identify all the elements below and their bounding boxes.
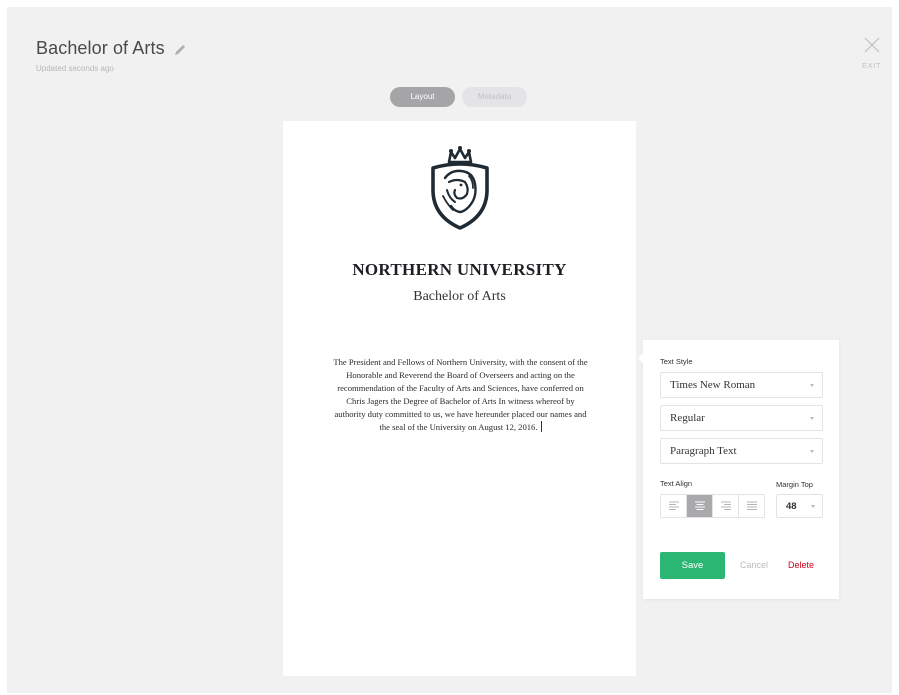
paragraph-line: the seal of the University on August 12,… [379, 422, 538, 432]
paragraph-line: Chris Jagers the Degree of Bachelor of A… [346, 396, 575, 406]
align-justify-button[interactable] [739, 495, 764, 517]
paragraph-line: The President and Fellows of Northern Un… [333, 357, 588, 367]
align-center-button[interactable] [687, 495, 713, 517]
university-name[interactable]: NORTHERN UNIVERSITY [283, 260, 636, 280]
align-left-icon [669, 501, 679, 510]
exit-label[interactable]: EXIT [862, 61, 881, 70]
certificate-page: NORTHERN UNIVERSITY Bachelor of Arts The… [283, 121, 636, 676]
lion-crest-icon [431, 146, 489, 230]
font-weight-select[interactable]: Regular [660, 405, 823, 431]
align-right-icon [721, 501, 731, 510]
document-title: Bachelor of Arts [36, 38, 165, 58]
pencil-icon[interactable] [173, 43, 187, 57]
chevron-down-icon [810, 417, 814, 420]
paragraph-line: authority duty committed to us, we have … [334, 409, 587, 419]
updated-status: Updated seconds ago [36, 64, 114, 73]
save-button[interactable]: Save [660, 552, 725, 579]
paragraph-line: recommendation of the Faculty of Arts an… [337, 383, 584, 393]
tab-metadata[interactable]: Metadata [462, 87, 527, 107]
align-center-icon [695, 501, 705, 510]
align-justify-icon [747, 501, 757, 510]
text-type-value: Paragraph Text [670, 445, 737, 457]
chevron-down-icon [810, 450, 814, 453]
cancel-button[interactable]: Cancel [740, 560, 768, 570]
chevron-down-icon [810, 384, 814, 387]
text-style-label: Text Style [660, 357, 693, 366]
text-style-panel: Text Style Times New Roman Regular Parag… [638, 340, 839, 599]
margin-top-label: Margin Top [776, 480, 813, 489]
font-family-value: Times New Roman [670, 379, 756, 391]
paragraph-line-last: the seal of the University on August 12,… [305, 421, 616, 434]
tab-layout[interactable]: Layout [390, 87, 455, 107]
certificate-paragraph[interactable]: The President and Fellows of Northern Un… [305, 356, 616, 434]
font-family-select[interactable]: Times New Roman [660, 372, 823, 398]
text-align-group [660, 494, 765, 518]
text-cursor [540, 421, 542, 432]
margin-top-value: 48 [786, 501, 797, 512]
font-weight-value: Regular [670, 412, 705, 424]
align-left-button[interactable] [661, 495, 687, 517]
margin-top-select[interactable]: 48 [776, 494, 823, 518]
chevron-down-icon [811, 505, 815, 508]
degree-title[interactable]: Bachelor of Arts [283, 289, 636, 305]
align-right-button[interactable] [713, 495, 739, 517]
close-icon[interactable] [864, 37, 880, 53]
editor-canvas: Bachelor of Arts Updated seconds ago EXI… [7, 7, 892, 693]
text-type-select[interactable]: Paragraph Text [660, 438, 823, 464]
text-align-label: Text Align [660, 479, 693, 488]
delete-button[interactable]: Delete [788, 560, 814, 570]
paragraph-line: Honorable and Reverend the Board of Over… [346, 370, 575, 380]
